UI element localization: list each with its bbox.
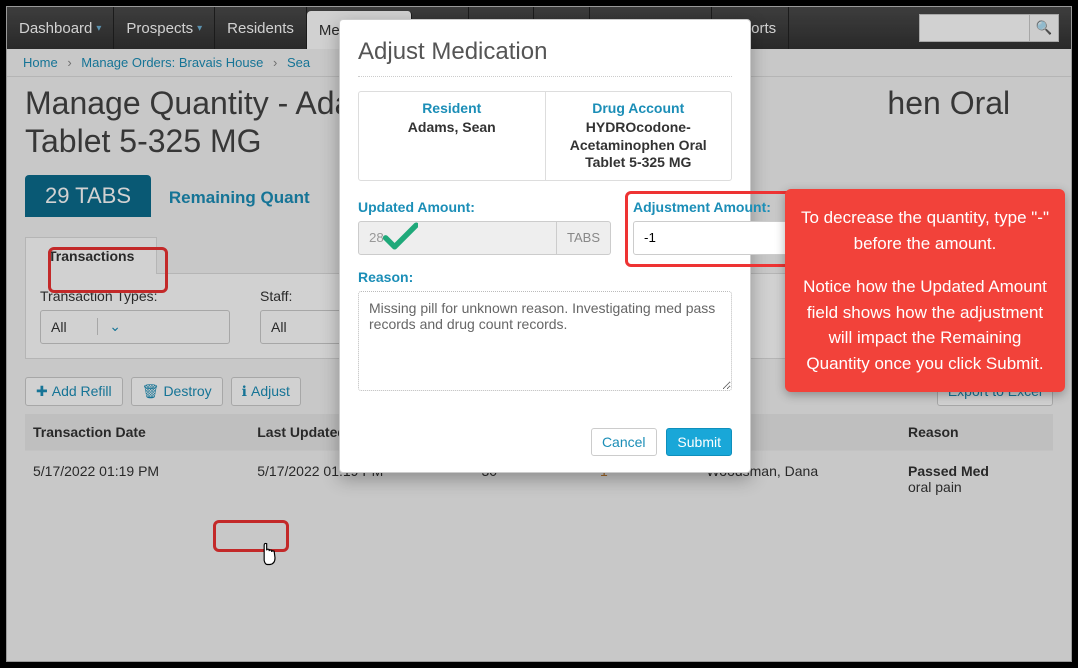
tutorial-callout: To decrease the quantity, type "-" befor… xyxy=(785,189,1065,392)
cancel-button[interactable]: Cancel xyxy=(591,428,657,456)
submit-button[interactable]: Submit xyxy=(666,428,732,456)
resident-label: Resident xyxy=(367,100,537,116)
reason-textarea[interactable]: Missing pill for unknown reason. Investi… xyxy=(358,291,732,391)
updated-amount-label: Updated Amount: xyxy=(358,199,611,215)
drug-account-label: Drug Account xyxy=(554,100,724,116)
reason-label: Reason: xyxy=(358,269,732,285)
resident-value: Adams, Sean xyxy=(367,119,537,137)
modal-title: Adjust Medication xyxy=(358,38,732,77)
updated-amount-unit: TABS xyxy=(557,221,611,255)
adjust-medication-modal: Adjust Medication Resident Adams, Sean D… xyxy=(339,19,751,473)
drug-account-value: HYDROcodone-Acetaminophen Oral Tablet 5-… xyxy=(554,119,724,172)
updated-amount-input xyxy=(358,221,557,255)
